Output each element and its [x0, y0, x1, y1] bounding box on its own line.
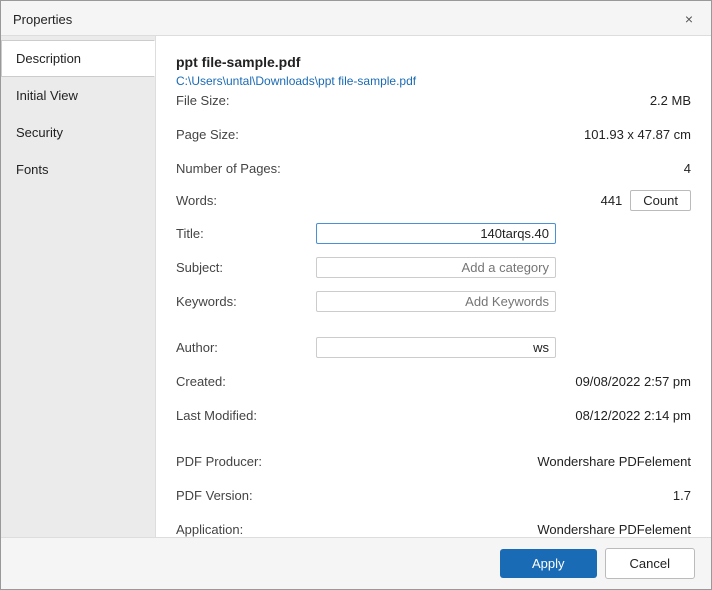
content-area: ppt file-sample.pdf C:\Users\untal\Downl… [156, 36, 711, 537]
keywords-label: Keywords: [176, 294, 316, 309]
file-name: ppt file-sample.pdf [176, 54, 691, 70]
num-pages-value: 4 [316, 161, 691, 176]
file-size-label: File Size: [176, 93, 316, 108]
created-label: Created: [176, 374, 316, 389]
subject-input[interactable] [316, 257, 556, 278]
author-row: Author: [176, 335, 691, 359]
dialog-footer: Apply Cancel [1, 537, 711, 589]
file-size-row: File Size: 2.2 MB [176, 88, 691, 112]
pdf-version-value: 1.7 [316, 488, 691, 503]
page-size-label: Page Size: [176, 127, 316, 142]
keywords-row: Keywords: [176, 289, 691, 313]
keywords-input[interactable] [316, 291, 556, 312]
num-pages-label: Number of Pages: [176, 161, 316, 176]
last-modified-label: Last Modified: [176, 408, 316, 423]
title-input[interactable] [316, 223, 556, 244]
application-label: Application: [176, 522, 316, 537]
title-label: Title: [176, 226, 316, 241]
title-bar: Properties × [1, 1, 711, 36]
page-size-row: Page Size: 101.93 x 47.87 cm [176, 122, 691, 146]
close-button[interactable]: × [679, 9, 699, 29]
pdf-version-label: PDF Version: [176, 488, 316, 503]
sidebar-item-initial-view[interactable]: Initial View [1, 77, 155, 114]
subject-row: Subject: [176, 255, 691, 279]
application-row: Application: Wondershare PDFelement [176, 517, 691, 537]
created-row: Created: 09/08/2022 2:57 pm [176, 369, 691, 393]
sidebar: Description Initial View Security Fonts [1, 36, 156, 537]
cancel-button[interactable]: Cancel [605, 548, 695, 579]
sidebar-item-security[interactable]: Security [1, 114, 155, 151]
file-path[interactable]: C:\Users\untal\Downloads\ppt file-sample… [176, 74, 416, 88]
num-pages-row: Number of Pages: 4 [176, 156, 691, 180]
application-value: Wondershare PDFelement [316, 522, 691, 537]
apply-button[interactable]: Apply [500, 549, 597, 578]
pdf-producer-label: PDF Producer: [176, 454, 316, 469]
page-size-value: 101.93 x 47.87 cm [316, 127, 691, 142]
properties-dialog: Properties × Description Initial View Se… [0, 0, 712, 590]
words-value: 441 [316, 193, 622, 208]
sidebar-item-description[interactable]: Description [1, 40, 155, 77]
last-modified-value: 08/12/2022 2:14 pm [316, 408, 691, 423]
words-row: Words: 441 Count [176, 190, 691, 211]
dialog-body: Description Initial View Security Fonts … [1, 36, 711, 537]
count-button[interactable]: Count [630, 190, 691, 211]
subject-label: Subject: [176, 260, 316, 275]
pdf-version-row: PDF Version: 1.7 [176, 483, 691, 507]
pdf-producer-row: PDF Producer: Wondershare PDFelement [176, 449, 691, 473]
dialog-title: Properties [13, 12, 72, 27]
author-label: Author: [176, 340, 316, 355]
created-value: 09/08/2022 2:57 pm [316, 374, 691, 389]
pdf-producer-value: Wondershare PDFelement [316, 454, 691, 469]
words-label: Words: [176, 193, 316, 208]
title-row: Title: [176, 221, 691, 245]
last-modified-row: Last Modified: 08/12/2022 2:14 pm [176, 403, 691, 427]
author-input[interactable] [316, 337, 556, 358]
file-size-value: 2.2 MB [316, 93, 691, 108]
sidebar-item-fonts[interactable]: Fonts [1, 151, 155, 188]
